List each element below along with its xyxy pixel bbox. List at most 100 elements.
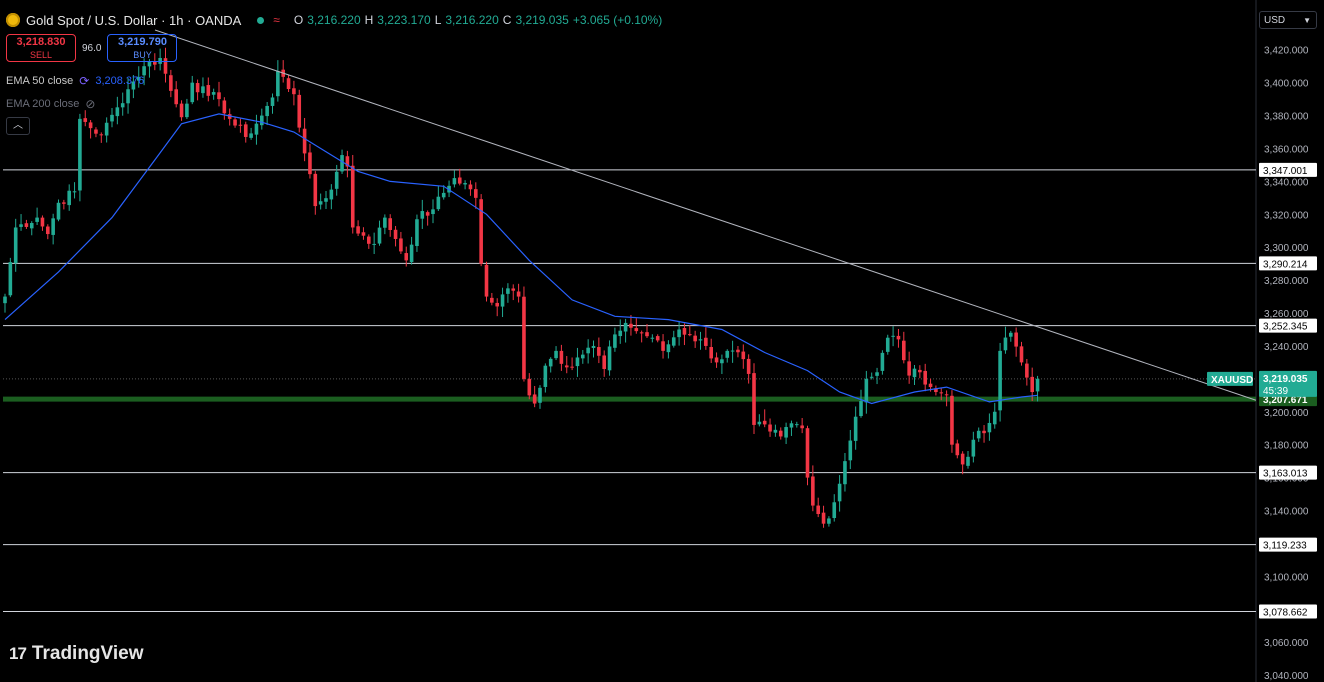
candle-body [554,350,558,359]
candle [8,257,13,298]
candle-body [613,334,617,348]
currency-label: USD [1264,15,1286,26]
open-value: 3,216.220 [307,13,361,27]
candle-body [992,411,997,425]
candle [741,344,746,369]
candle-body [923,370,927,385]
candle [992,402,997,429]
candle [896,328,901,348]
price-axis[interactable]: 3,420.000 3,400.000 3,380.000 3,360.000 3,34… [1264,46,1309,682]
collapse-legend-button[interactable]: ︿ [6,117,30,135]
candle [982,425,986,443]
currency-selector[interactable]: USD ▼ [1259,11,1317,29]
candle-body [260,115,264,126]
candle-body [383,217,387,228]
candle [752,363,756,434]
candle-body [356,226,360,234]
candle [415,214,419,252]
candle-body [425,212,430,216]
candle-body [987,422,992,433]
candle [778,427,783,440]
candle-body [639,332,644,334]
candle-body [340,155,344,172]
candle-body [522,296,526,379]
candle [222,97,227,120]
candle-body [24,223,29,227]
candle-body [88,122,93,129]
hidden-eye-icon[interactable]: ⊘ [85,97,95,111]
candle-body [415,219,419,247]
candle-body [367,236,371,244]
candle-body [329,189,334,200]
candle [639,330,644,343]
candle [78,113,82,202]
candle-body [51,218,55,235]
candle [516,283,521,303]
candle [698,331,703,350]
symbol-title[interactable]: Gold Spot / U.S. Dollar · 1h · OANDA [26,13,241,28]
candle-body [976,430,981,439]
candle [976,427,981,442]
candle [821,505,826,528]
candle-body [880,352,885,371]
candle-body [762,420,767,425]
candle [538,385,542,409]
candle-body [8,262,13,296]
candle-body [1035,378,1040,392]
candle [24,219,29,229]
candle-body [276,71,280,97]
candle [361,227,366,240]
candle-body [543,365,548,387]
candle-body [597,347,601,356]
candle-body [377,227,382,244]
candle [399,231,403,254]
candle [1014,327,1018,357]
candle [356,220,360,237]
sell-button[interactable]: 3,218.830 SELL [6,34,76,62]
last-price-label: 3,219.035 [1263,374,1308,385]
candle [169,69,173,98]
candle [40,215,45,231]
candle [736,345,740,358]
candle-body [720,359,724,364]
indicator-ema200[interactable]: EMA 200 close ⊘ [6,97,95,111]
candle [950,390,954,453]
candle [484,261,489,302]
candle-body [206,85,211,96]
candle-body [623,322,628,332]
candle-body [655,336,660,341]
candle [104,117,109,143]
tradingview-logo[interactable]: 17 TradingView [9,643,144,665]
candle [795,421,799,428]
ema200-label: EMA 200 close [6,98,80,110]
candle [757,414,762,427]
candle-body [752,373,756,425]
candle [62,199,66,210]
buy-button[interactable]: 3,219.790 BUY [107,34,178,62]
candle [51,213,55,245]
indicator-ema50[interactable]: EMA 50 close ⟳ 3,208.376 [6,74,144,88]
candle [431,199,435,224]
horizontal-levels [3,169,1256,612]
candle [313,170,318,215]
candle [548,357,553,373]
candle-body [404,253,409,261]
candle-body [821,512,826,524]
candle [1009,330,1013,342]
candle [495,298,499,317]
candle-body [907,361,911,376]
candle-body [902,340,906,361]
candle-body [682,328,687,335]
candle-body [286,78,291,90]
candle-body [944,394,949,396]
candle [179,100,184,121]
candle-body [479,199,483,264]
candle-body [222,100,227,114]
price-chart[interactable]: 3,420.000 3,400.000 3,380.000 3,360.000 3,34… [0,0,1324,682]
candle-body [420,211,425,219]
candle-body [693,335,697,342]
candle [436,186,441,211]
candle [607,340,612,376]
candle [420,199,425,229]
candle-body [1025,363,1029,378]
